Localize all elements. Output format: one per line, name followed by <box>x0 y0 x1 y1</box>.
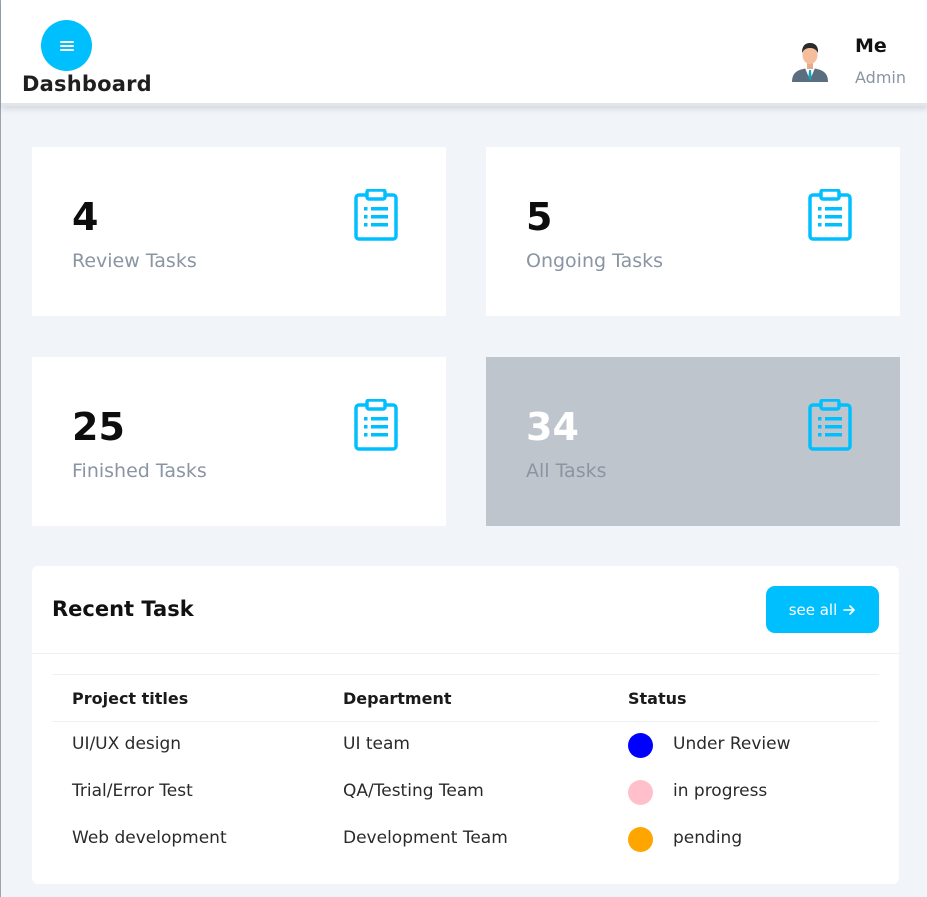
clipboard-icon <box>354 399 398 451</box>
panel-title: Recent Task <box>52 597 194 621</box>
see-all-button[interactable]: see all <box>766 586 879 633</box>
column-header-status: Status <box>628 689 687 708</box>
stat-value: 34 <box>526 405 579 449</box>
stat-value: 5 <box>526 195 553 239</box>
stat-card-finished[interactable]: 25 Finished Tasks <box>32 357 446 526</box>
hamburger-menu-icon <box>59 40 74 51</box>
clipboard-icon <box>808 189 852 241</box>
top-header: Dashboard Me Admin <box>1 0 927 106</box>
page-title: Dashboard <box>22 72 152 96</box>
panel-divider <box>32 653 899 654</box>
stat-label: Review Tasks <box>72 250 197 272</box>
stat-label: All Tasks <box>526 460 607 482</box>
department: Development Team <box>343 828 508 848</box>
stat-card-all[interactable]: 34 All Tasks <box>486 357 900 526</box>
project-title: Trial/Error Test <box>72 781 193 801</box>
project-title: Web development <box>72 828 227 848</box>
clipboard-icon <box>354 189 398 241</box>
project-title: UI/UX design <box>72 734 182 754</box>
column-header-department: Department <box>343 689 452 708</box>
stat-label: Ongoing Tasks <box>526 250 664 272</box>
status-text: Under Review <box>673 734 791 754</box>
status-text: pending <box>673 828 743 848</box>
table-row[interactable]: Trial/Error Test QA/Testing Team in prog… <box>52 769 879 816</box>
status-dot <box>628 733 653 758</box>
stat-card-review[interactable]: 4 Review Tasks <box>32 147 446 316</box>
status-text: in progress <box>673 781 768 801</box>
stat-card-ongoing[interactable]: 5 Ongoing Tasks <box>486 147 900 316</box>
table-header: Project titles Department Status <box>52 674 879 722</box>
status-dot <box>628 827 653 852</box>
stat-label: Finished Tasks <box>72 460 207 482</box>
status-dot <box>628 780 653 805</box>
department: QA/Testing Team <box>343 781 484 801</box>
arrow-right-icon <box>843 604 856 615</box>
recent-task-panel: Recent Task see all Project titles Depar… <box>32 566 899 884</box>
menu-button[interactable] <box>41 20 92 71</box>
user-name: Me <box>855 35 887 57</box>
table-row[interactable]: UI/UX design UI team Under Review <box>52 722 879 769</box>
department: UI team <box>343 734 410 754</box>
column-header-project: Project titles <box>72 689 189 708</box>
see-all-label: see all <box>788 600 838 619</box>
stat-value: 25 <box>72 405 125 449</box>
clipboard-icon <box>808 399 852 451</box>
user-role: Admin <box>855 68 906 87</box>
table-row[interactable]: Web development Development Team pending <box>52 816 879 863</box>
user-avatar[interactable] <box>789 40 831 82</box>
stat-value: 4 <box>72 195 99 239</box>
recent-task-table: Project titles Department Status UI/UX d… <box>52 674 879 863</box>
